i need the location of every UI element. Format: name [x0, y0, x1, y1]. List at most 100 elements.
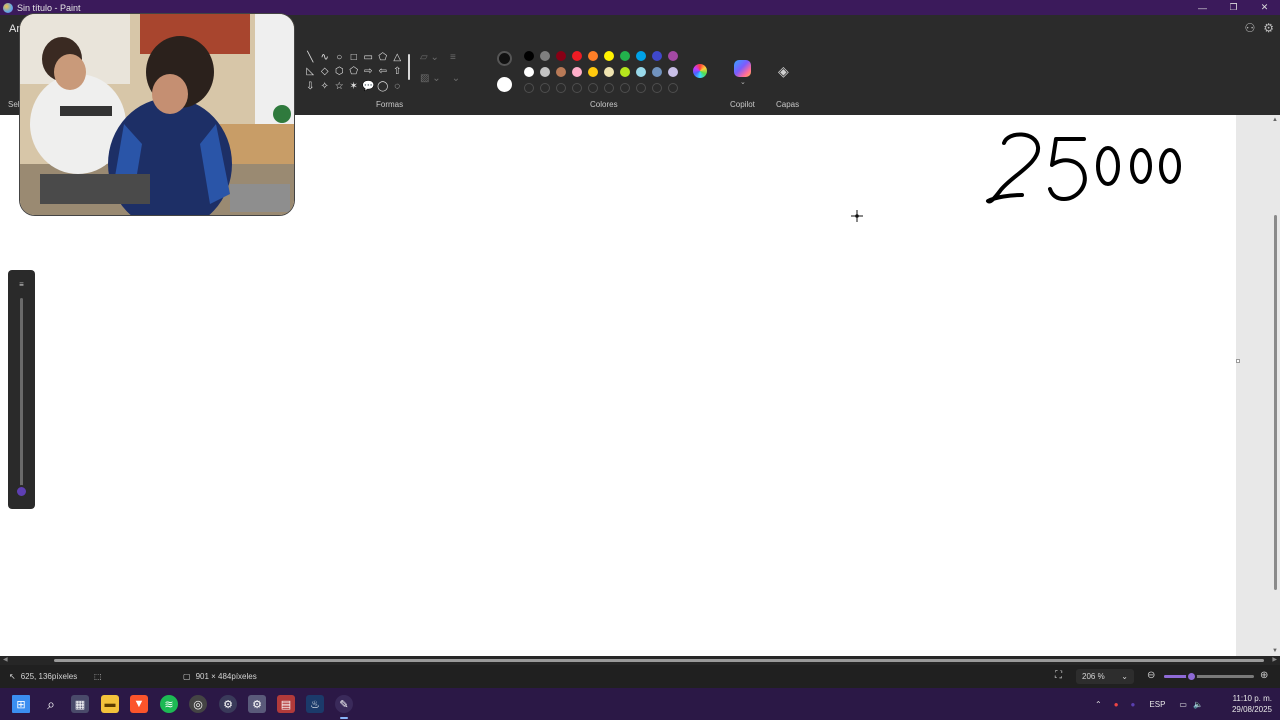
clock[interactable]: 11:10 p. m. 29/08/2025 [1232, 693, 1272, 715]
search-icon[interactable]: ⌕ [42, 695, 60, 713]
shape-tool-5[interactable]: ⬠ [376, 50, 391, 65]
settings-icon[interactable]: ⚙ [1263, 21, 1274, 35]
color-swatch[interactable] [540, 67, 550, 77]
color-swatch[interactable] [588, 51, 598, 61]
custom-color-slot[interactable] [524, 83, 534, 93]
color-swatch[interactable] [604, 51, 614, 61]
shape-tool-6[interactable]: △ [390, 50, 405, 65]
color-swatch[interactable] [620, 67, 630, 77]
tray-app-icon[interactable]: ● [1114, 700, 1119, 709]
shape-tool-12[interactable]: ⇦ [376, 65, 391, 80]
scroll-down-icon[interactable]: ▼ [1272, 648, 1278, 654]
account-icon[interactable]: ⚇ [1244, 21, 1255, 35]
custom-color-slot[interactable] [636, 83, 646, 93]
size-thumb[interactable] [15, 485, 28, 498]
shape-tool-20[interactable]: ◌ [390, 79, 405, 94]
shapes-scrollbar[interactable] [408, 54, 410, 80]
primary-color-swatch[interactable] [497, 51, 512, 66]
scroll-left-icon[interactable]: ◀ [3, 656, 8, 663]
custom-color-slot[interactable] [556, 83, 566, 93]
chevron-up-icon[interactable]: ⌃ [1095, 700, 1102, 709]
horizontal-scroll-thumb[interactable] [54, 659, 1264, 662]
horizontal-scrollbar[interactable]: ◀ ▶ [0, 656, 1280, 665]
chevron-down-icon[interactable]: ⌄ [740, 78, 746, 86]
language-indicator[interactable]: ESP [1149, 700, 1165, 709]
network-icon[interactable]: ▭ [1179, 700, 1187, 709]
vertical-scrollbar[interactable]: ▲ ▼ [1271, 115, 1280, 656]
shape-tool-1[interactable]: ∿ [318, 50, 333, 65]
store-icon[interactable]: ▦ [71, 695, 89, 713]
color-swatch[interactable] [652, 67, 662, 77]
steam-client-icon[interactable]: ♨ [306, 695, 324, 713]
scroll-up-icon[interactable]: ▲ [1272, 117, 1278, 123]
shape-tool-10[interactable]: ⬠ [347, 65, 362, 80]
color-swatch[interactable] [668, 67, 678, 77]
spotify-icon[interactable]: ≋ [160, 695, 178, 713]
zoom-dropdown[interactable]: 206 % ⌄ [1076, 669, 1134, 684]
minimize-button[interactable]: — [1187, 0, 1218, 15]
tray-app-icon-2[interactable]: ● [1131, 700, 1136, 709]
shape-tool-7[interactable]: ◺ [303, 65, 318, 80]
custom-color-slot[interactable] [652, 83, 662, 93]
fit-to-window-icon[interactable]: ⛶ [1055, 670, 1062, 681]
shape-tool-0[interactable]: ╲ [303, 50, 318, 65]
steam-icon[interactable]: ⚙ [219, 695, 237, 713]
color-swatch[interactable] [556, 67, 566, 77]
custom-color-slot[interactable] [572, 83, 582, 93]
custom-color-slot[interactable] [620, 83, 630, 93]
shape-tool-13[interactable]: ⇧ [390, 65, 405, 80]
color-swatch[interactable] [572, 51, 582, 61]
custom-color-slot[interactable] [604, 83, 614, 93]
shape-tool-19[interactable]: ◯ [376, 79, 391, 94]
zoom-in-icon[interactable]: ⊕ [1260, 670, 1268, 681]
custom-color-slot[interactable] [588, 83, 598, 93]
chrome-icon[interactable]: ◎ [189, 695, 207, 713]
fill-icon[interactable]: ▨ ⌄ ⌄ [420, 73, 460, 84]
shape-tool-4[interactable]: ▭ [361, 50, 376, 65]
color-swatch[interactable] [572, 67, 582, 77]
custom-color-slot[interactable] [540, 83, 550, 93]
brave-icon[interactable]: ▼ [130, 695, 148, 713]
color-swatch[interactable] [636, 67, 646, 77]
shape-tool-14[interactable]: ⇩ [303, 79, 318, 94]
paint-icon[interactable]: ✎ [335, 695, 353, 713]
scroll-right-icon[interactable]: ▶ [1272, 656, 1277, 663]
shape-tool-8[interactable]: ◇ [318, 65, 333, 80]
file-explorer-icon[interactable]: ▬ [101, 695, 119, 713]
color-swatch[interactable] [556, 51, 566, 61]
brush-size-slider[interactable]: ≡ [8, 270, 35, 509]
zoom-out-icon[interactable]: ⊖ [1147, 670, 1155, 681]
color-swatch[interactable] [540, 51, 550, 61]
outline-icon[interactable]: ▱ ⌄ ≡ [420, 52, 460, 63]
color-swatch[interactable] [636, 51, 646, 61]
shape-tool-15[interactable]: ✧ [318, 79, 333, 94]
shape-tool-18[interactable]: 💬 [361, 79, 376, 94]
color-swatch[interactable] [524, 51, 534, 61]
vertical-scroll-thumb[interactable] [1274, 215, 1277, 590]
size-track[interactable] [20, 298, 23, 493]
shape-tool-11[interactable]: ⇨ [361, 65, 376, 80]
canvas-resize-handle[interactable] [1236, 359, 1240, 363]
color-swatch[interactable] [588, 67, 598, 77]
color-swatch[interactable] [524, 67, 534, 77]
shape-tool-2[interactable]: ○ [332, 50, 347, 65]
color-swatch[interactable] [604, 67, 614, 77]
start-icon[interactable]: ⊞ [12, 695, 30, 713]
zoom-slider-thumb[interactable] [1186, 671, 1197, 682]
color-swatch[interactable] [652, 51, 662, 61]
zoom-slider-track[interactable] [1164, 675, 1254, 678]
layers-icon[interactable]: ◈ [778, 63, 789, 80]
edit-colors-icon[interactable] [693, 64, 707, 78]
close-button[interactable]: ✕ [1249, 0, 1280, 15]
maximize-button[interactable]: ❐ [1218, 0, 1249, 15]
shape-tool-9[interactable]: ⬡ [332, 65, 347, 80]
shape-tool-16[interactable]: ☆ [332, 79, 347, 94]
custom-color-slot[interactable] [668, 83, 678, 93]
shape-tool-3[interactable]: □ [347, 50, 362, 65]
secondary-color-swatch[interactable] [497, 77, 512, 92]
settings-icon[interactable]: ⚙ [248, 695, 266, 713]
copilot-icon[interactable] [734, 60, 751, 77]
color-swatch[interactable] [668, 51, 678, 61]
app-icon[interactable]: ▤ [277, 695, 295, 713]
shape-tool-17[interactable]: ✶ [347, 79, 362, 94]
